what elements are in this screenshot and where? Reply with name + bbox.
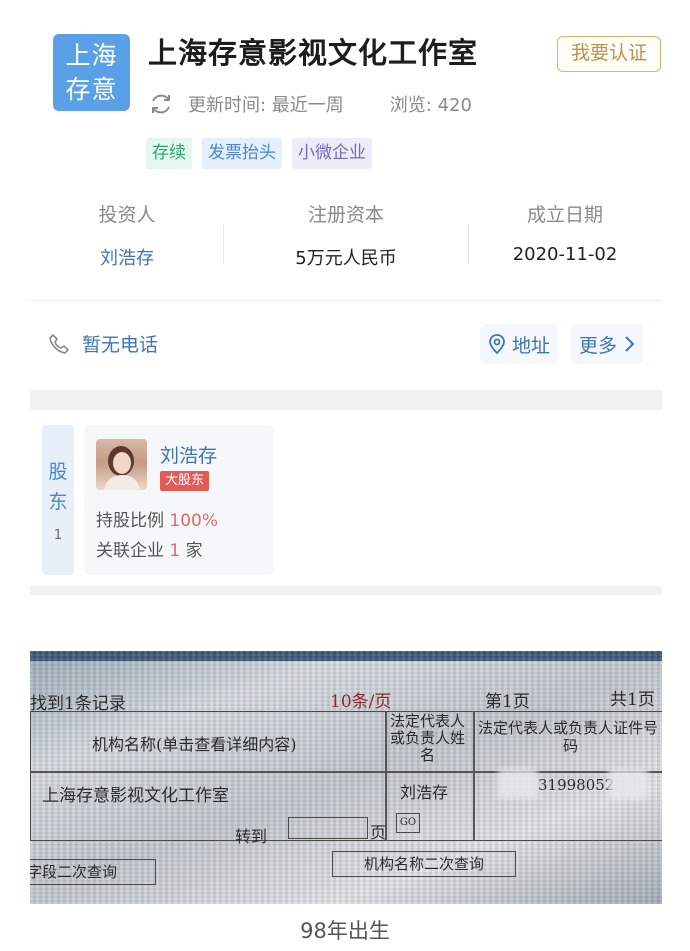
divider — [30, 300, 662, 301]
stat-value: 2020-11-02 — [512, 244, 618, 265]
photo-org-query-button: 机构名称二次查询 — [332, 851, 516, 877]
view-count: 浏览: 420 — [389, 95, 472, 116]
share-ratio: 持股比例 100% — [96, 506, 218, 531]
tag-invoice[interactable]: 发票抬头 — [202, 138, 282, 169]
more-label: 更多 — [579, 334, 618, 357]
tab-char: 东 — [48, 491, 68, 513]
company-logo: 上海 存意 — [53, 34, 130, 111]
related-label: 关联企业 — [96, 541, 164, 561]
photo-col-org: 机构名称(单击查看详细内容) — [92, 735, 297, 754]
logo-line-2: 存意 — [65, 75, 118, 104]
avatar — [96, 439, 147, 490]
tag-list: 存续 发票抬头 小微企业 — [146, 138, 372, 169]
tab-char: 股 — [48, 461, 68, 483]
stat-value: 5万元人民币 — [295, 248, 397, 269]
photo-current-page: 第1页 — [485, 692, 530, 712]
share-ratio-value: 100% — [169, 511, 219, 531]
update-time: 更新时间: 最近一周 — [188, 95, 344, 116]
stat-label: 投资人 — [98, 204, 156, 226]
address-button[interactable]: 地址 — [480, 324, 559, 364]
refresh-icon[interactable] — [148, 91, 174, 117]
photo-redaction — [608, 769, 648, 799]
photo-page-suffix: 页 — [370, 823, 387, 842]
related-companies: 关联企业 1 家 — [96, 536, 203, 561]
photo-redaction — [498, 769, 538, 799]
shareholder-name[interactable]: 刘浩存 — [160, 441, 217, 468]
photo-goto-label: 转到 — [235, 827, 268, 846]
photo-col-line — [473, 711, 475, 841]
company-name: 上海存意影视文化工作室 — [148, 36, 479, 70]
photo-go-button: GO — [396, 813, 420, 833]
divider — [223, 224, 224, 264]
photo-caption: 98年出生 — [300, 919, 390, 943]
shareholders-tab[interactable]: 股 东 1 — [42, 425, 74, 575]
more-button[interactable]: 更多 — [571, 324, 644, 364]
tag-status[interactable]: 存续 — [146, 138, 192, 169]
update-info-row: 更新时间: 最近一周 浏览: 420 — [148, 90, 472, 118]
section-separator — [30, 390, 662, 410]
photo-per-page: 10条/页 — [330, 692, 392, 712]
photo-row-id: 31998052 — [538, 776, 615, 794]
location-pin-icon — [489, 334, 505, 354]
stat-investor: 投资人 刘浩存 — [78, 200, 176, 270]
address-label: 地址 — [512, 334, 551, 357]
phone-text: 暂无电话 — [82, 334, 159, 356]
share-ratio-label: 持股比例 — [96, 511, 164, 531]
phone-icon — [49, 333, 69, 354]
stat-label: 注册资本 — [307, 204, 384, 226]
tag-small-business[interactable]: 小微企业 — [292, 138, 372, 169]
photo-row-org: 上海存意影视文化工作室 — [42, 786, 229, 806]
photo-col-rep: 法定代表人 或负责人姓名 — [390, 712, 466, 764]
photo-row-line — [30, 771, 662, 773]
company-stats: 投资人 刘浩存 注册资本 5万元人民币 成立日期 2020-11-02 — [30, 200, 662, 280]
chevron-right-icon — [625, 336, 635, 352]
photo-row-rep: 刘浩存 — [400, 783, 449, 802]
section-separator — [30, 586, 662, 595]
divider — [468, 224, 469, 264]
related-count: 1 — [169, 541, 181, 561]
photo-goto-input — [288, 817, 368, 839]
photo-field-query-button: 字段二次查询 — [30, 859, 156, 885]
logo-line-1: 上海 — [65, 41, 118, 70]
shareholder-card[interactable]: 刘浩存 大股东 持股比例 100% 关联企业 1 家 — [84, 425, 274, 575]
photo-total-pages: 共1页 — [610, 690, 655, 710]
investor-link[interactable]: 刘浩存 — [78, 244, 176, 270]
major-shareholder-badge: 大股东 — [160, 471, 210, 491]
phone-row[interactable]: 暂无电话 — [48, 330, 158, 357]
stat-label: 成立日期 — [526, 204, 603, 226]
photo-col-id: 法定代表人或负责人证件号码 — [478, 719, 659, 755]
related-unit: 家 — [185, 541, 203, 561]
stat-founded: 成立日期 2020-11-02 — [500, 200, 630, 265]
registry-screenshot-photo: 找到1条记录 10条/页 第1页 共1页 机构名称(单击查看详细内容) 法定代表… — [30, 651, 662, 904]
shareholder-count: 1 — [53, 528, 63, 543]
certify-button[interactable]: 我要认证 — [557, 36, 661, 72]
stat-capital: 注册资本 5万元人民币 — [270, 200, 422, 270]
